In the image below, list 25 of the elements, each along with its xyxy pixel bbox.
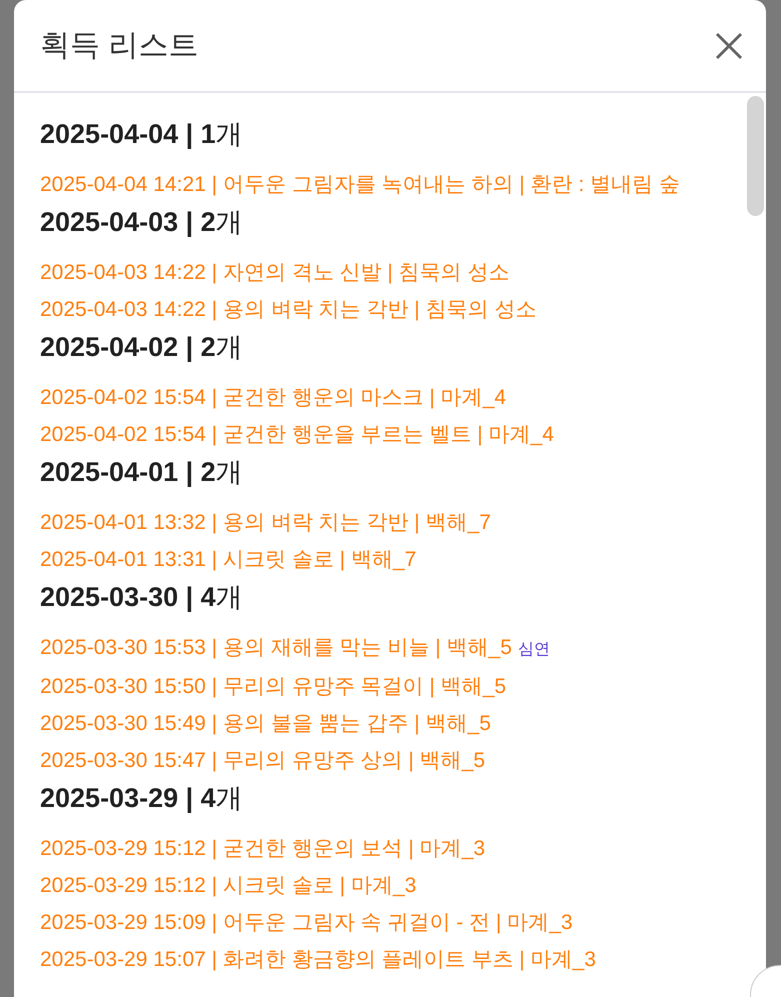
item-entry: 2025-03-29 15:12 | 굳건한 행운의 보석 | 마계_3 [40,837,486,860]
item-entry: 2025-03-30 15:53 | 용의 재해를 막는 비늘 | 백해_5 [40,636,512,659]
item-entry: 2025-04-01 13:32 | 용의 벼락 치는 각반 | 백해_7 [40,511,491,534]
date-heading: 2025-04-03 | 2개 [40,206,244,239]
tag-label: 심연 [518,641,550,658]
item-entry: 2025-04-01 13:31 | 시크릿 솔로 | 백해_7 [40,548,416,571]
item-entry: 2025-03-29 15:12 | 시크릿 솔로 | 마계_3 [40,874,416,897]
item-entry: 2025-04-03 14:22 | 용의 벼락 치는 각반 | 침묵의 성소 [40,298,536,321]
item-entry: 2025-04-02 15:54 | 굳건한 행운을 부르는 벨트 | 마계_4 [40,423,554,446]
item-entry: 2025-03-30 15:49 | 용의 불을 뿜는 갑주 | 백해_5 [40,712,491,735]
dialog-title: 획득 리스트 [40,28,198,64]
item-entry: 2025-04-03 14:22 | 자연의 격노 신발 | 침묵의 성소 [40,261,510,284]
date-heading: 2025-03-30 | 4개 [40,581,244,614]
item-entry: 2025-03-29 15:07 | 화려한 황금향의 플레이트 부츠 | 마계_3 [40,948,596,971]
item-entry: 2025-04-02 15:54 | 굳건한 행운의 마스크 | 마계_4 [40,386,506,409]
item-entry: 2025-04-04 14:21 | 어두운 그림자를 녹여내는 하의 | 환란 : 별내림 숲 [40,173,680,196]
date-heading: 2025-04-01 | 2개 [40,456,244,489]
close-icon[interactable] [714,30,744,60]
item-entry: 2025-03-29 15:09 | 어두운 그림자 속 귀걸이 - 전 | 마계_3 [40,911,573,934]
date-heading: 2025-04-04 | 1개 [40,118,244,151]
item-entry: 2025-03-30 15:50 | 무리의 유망주 목걸이 | 백해_5 [40,675,506,698]
date-heading: 2025-03-29 | 4개 [40,782,244,815]
item-entry: 2025-03-30 15:47 | 무리의 유망주 상의 | 백해_5 [40,749,486,772]
date-heading: 2025-04-02 | 2개 [40,331,244,364]
scrollbar-thumb[interactable] [747,96,764,216]
